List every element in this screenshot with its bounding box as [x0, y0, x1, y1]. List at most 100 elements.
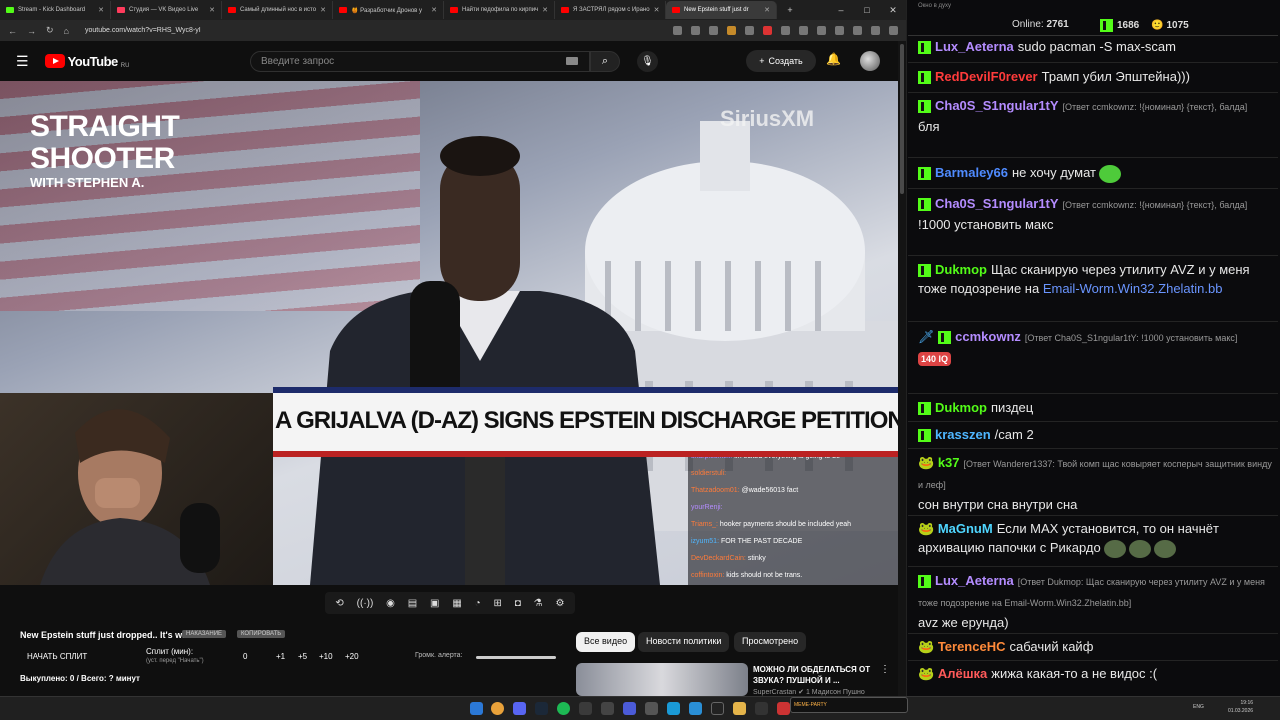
add-10-button[interactable]: +10	[319, 652, 333, 661]
new-tab-button[interactable]: +	[777, 5, 803, 15]
search-button[interactable]: ⌕	[590, 51, 620, 72]
obs-icon[interactable]	[711, 702, 724, 715]
url-field[interactable]: youtube.com/watch?v=RHS_Wyc8-yI	[85, 27, 201, 34]
add-frame-icon[interactable]: ⊞	[494, 598, 502, 609]
tab-close-icon[interactable]: ✕	[654, 6, 660, 14]
extension-icon[interactable]	[871, 26, 880, 35]
video-player[interactable]: SiriusXM STRAIGHT SHOOTER WITH STEPHEN A…	[0, 81, 898, 585]
meme-party-widget[interactable]: MEME-PARTY	[790, 697, 908, 713]
penalty-button[interactable]: НАКАЗАНИЕ	[182, 630, 227, 638]
app-icon[interactable]	[755, 702, 768, 715]
browser-tab[interactable]: Студия — VK Видео Live ✕	[111, 1, 222, 19]
chip-politics-news[interactable]: Новости политики	[638, 632, 730, 652]
chat-username[interactable]: MaGnuM	[938, 521, 993, 536]
chat-username[interactable]: Lux_Aeterna	[935, 39, 1014, 54]
alert-volume-slider[interactable]	[476, 656, 556, 659]
forward-icon[interactable]: →	[27, 26, 36, 36]
add-1-button[interactable]: +1	[276, 652, 285, 661]
flask-icon[interactable]: ⚗	[534, 598, 543, 609]
maximize-button[interactable]: □	[854, 5, 880, 15]
add-5-button[interactable]: +5	[298, 652, 307, 661]
tab-close-icon[interactable]: ✕	[98, 6, 104, 14]
keyboard-icon[interactable]	[566, 57, 578, 65]
search-input[interactable]: Введите запрос	[250, 51, 590, 72]
extension-icon[interactable]	[745, 26, 754, 35]
chat-username[interactable]: TerenceHC	[938, 639, 1006, 654]
extension-icon[interactable]	[853, 26, 862, 35]
language-indicator[interactable]: ENG	[1193, 704, 1204, 710]
tab-close-icon[interactable]: ✕	[209, 6, 215, 14]
voice-search-button[interactable]: 🎙	[637, 51, 658, 72]
browser-tab[interactable]: Найти педофила по кирпич ✕	[444, 1, 555, 19]
app-icon[interactable]	[623, 702, 636, 715]
chat-link[interactable]: Email-Worm.Win32.Zhelatin.bb	[1043, 281, 1223, 296]
clip-icon[interactable]: ▦	[452, 598, 461, 609]
chat-username[interactable]: ccmkownz	[955, 329, 1021, 344]
chip-watched[interactable]: Просмотрено	[734, 632, 807, 652]
browser-tab[interactable]: Я ЗАСТРЯЛ рядом с Ирано ✕	[555, 1, 666, 19]
tab-close-icon[interactable]: ✕	[320, 6, 326, 14]
extension-icon[interactable]	[727, 26, 736, 35]
gear-icon[interactable]: ⚙	[555, 598, 564, 609]
discord-icon[interactable]	[513, 702, 526, 715]
steam-icon[interactable]	[535, 702, 548, 715]
chat-username[interactable]: krasszen	[935, 427, 991, 442]
extension-icon[interactable]	[709, 26, 718, 35]
chat-username[interactable]: Cha0S_S1ngular1tY	[935, 98, 1059, 113]
chip-all-videos[interactable]: Все видео	[576, 632, 636, 652]
extension-icon[interactable]	[799, 26, 808, 35]
chat-username[interactable]: Dukmop	[935, 262, 987, 277]
app-icon[interactable]	[667, 702, 680, 715]
chat-username[interactable]: Cha0S_S1ngular1tY	[935, 196, 1059, 211]
browser-tab[interactable]: Stream - Kick Dashboard ✕	[0, 1, 111, 19]
copy-button[interactable]: КОПИРОВАТЬ	[237, 630, 286, 638]
app-icon[interactable]	[689, 702, 702, 715]
avatar[interactable]	[860, 51, 880, 71]
close-window-button[interactable]: ✕	[880, 5, 906, 16]
recommended-title[interactable]: МОЖНО ЛИ ОБДЕЛАТЬСЯ ОТ ЗВУКА? ПУШНОЙ И .…	[753, 664, 873, 686]
hamburger-menu-icon[interactable]: ☰	[16, 53, 29, 70]
loop-icon[interactable]: ⟲	[335, 598, 343, 609]
browser-tab[interactable]: Самый длинный нос в исто ✕	[222, 1, 333, 19]
extension-icon[interactable]	[889, 26, 898, 35]
chat-username[interactable]: Алёшка	[938, 666, 987, 681]
folder-icon[interactable]	[733, 702, 746, 715]
app-icon[interactable]	[777, 702, 790, 715]
reload-icon[interactable]: ↻	[46, 25, 54, 36]
start-split-button[interactable]: НАЧАТЬ СПЛИТ	[27, 652, 87, 661]
more-options-icon[interactable]: ⋮	[880, 664, 890, 675]
extension-icon[interactable]	[817, 26, 826, 35]
recommended-thumbnail[interactable]	[576, 663, 748, 696]
camera-icon[interactable]: ◘	[515, 598, 521, 609]
extension-icon[interactable]	[835, 26, 844, 35]
chat-username[interactable]: Lux_Aeterna	[935, 573, 1014, 588]
create-button[interactable]: + Создать	[746, 50, 816, 72]
tab-close-icon[interactable]: ✕	[431, 6, 437, 14]
app-icon[interactable]	[645, 702, 658, 715]
eye-icon[interactable]: ◉	[386, 598, 395, 609]
browser-tab-active[interactable]: New Epstein stuff just dr ✕	[666, 1, 777, 19]
home-icon[interactable]: ⌂	[64, 26, 69, 36]
broadcast-icon[interactable]: ((·))	[357, 598, 374, 609]
chat-username[interactable]: Dukmop	[935, 400, 987, 415]
windows-start-icon[interactable]	[470, 702, 483, 715]
chat-username[interactable]: k37	[938, 455, 960, 470]
extension-icon[interactable]	[763, 26, 772, 35]
youtube-logo[interactable]: YouTube RU	[44, 54, 129, 69]
add-20-button[interactable]: +20	[345, 652, 359, 661]
scrollbar-thumb[interactable]	[900, 44, 904, 194]
clock[interactable]: 19:16 01.03.2026	[1228, 699, 1253, 715]
app-icon[interactable]	[579, 702, 592, 715]
spotify-icon[interactable]	[557, 702, 570, 715]
extension-icon[interactable]	[673, 26, 682, 35]
film-icon[interactable]: ▤	[408, 598, 417, 609]
pip-icon[interactable]: ▣	[430, 598, 439, 609]
chat-username[interactable]: RedDevilF0rever	[935, 69, 1038, 84]
app-icon[interactable]	[601, 702, 614, 715]
extension-icon[interactable]	[781, 26, 790, 35]
tab-close-icon[interactable]: ✕	[542, 6, 548, 14]
recommended-channel[interactable]: SuperCrastan ✔ 1 Мадисон Пушно	[753, 688, 865, 696]
chat-username[interactable]: Barmaley66	[935, 165, 1008, 180]
back-icon[interactable]: ←	[8, 26, 17, 36]
tab-close-icon[interactable]: ✕	[764, 6, 770, 14]
